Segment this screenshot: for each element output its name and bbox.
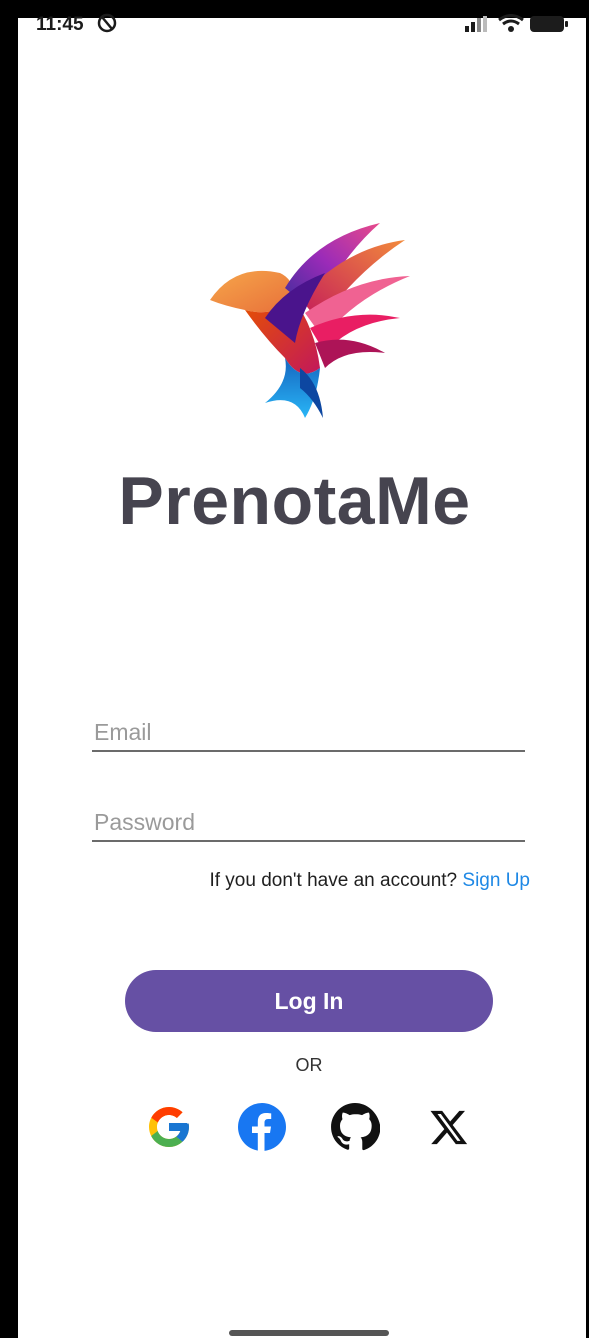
app-logo bbox=[205, 218, 415, 423]
signup-prompt: If you don't have an account? bbox=[209, 870, 458, 891]
phone-screen: 11:45 PrenotaMe Email If you don't have … bbox=[0, 0, 589, 1338]
or-divider-label: OR bbox=[295, 1055, 323, 1075]
do-not-disturb-icon bbox=[96, 12, 118, 39]
password-field[interactable] bbox=[92, 804, 525, 842]
bezel-left bbox=[0, 0, 18, 1338]
bird-logo-icon bbox=[210, 223, 410, 418]
signup-row: If you don't have an account? Sign Up bbox=[0, 870, 530, 892]
x-icon bbox=[430, 1110, 468, 1145]
wifi-icon bbox=[498, 14, 524, 39]
facebook-login-button[interactable] bbox=[237, 1102, 287, 1152]
status-time: 11:45 bbox=[36, 14, 84, 35]
github-icon bbox=[331, 1103, 380, 1151]
brand-title: PrenotaMe bbox=[118, 463, 471, 539]
signal-icon bbox=[464, 16, 490, 37]
status-bar: 11:45 bbox=[18, 13, 586, 42]
battery-icon bbox=[530, 16, 570, 39]
email-field[interactable] bbox=[92, 714, 525, 752]
login-button[interactable]: Log In bbox=[125, 970, 493, 1032]
x-login-button[interactable] bbox=[424, 1102, 474, 1152]
google-icon bbox=[149, 1107, 189, 1147]
signup-link[interactable]: Sign Up bbox=[462, 870, 530, 891]
home-indicator[interactable] bbox=[229, 1330, 389, 1336]
github-login-button[interactable] bbox=[330, 1102, 380, 1152]
facebook-icon bbox=[238, 1103, 286, 1151]
google-login-button[interactable] bbox=[144, 1102, 194, 1152]
